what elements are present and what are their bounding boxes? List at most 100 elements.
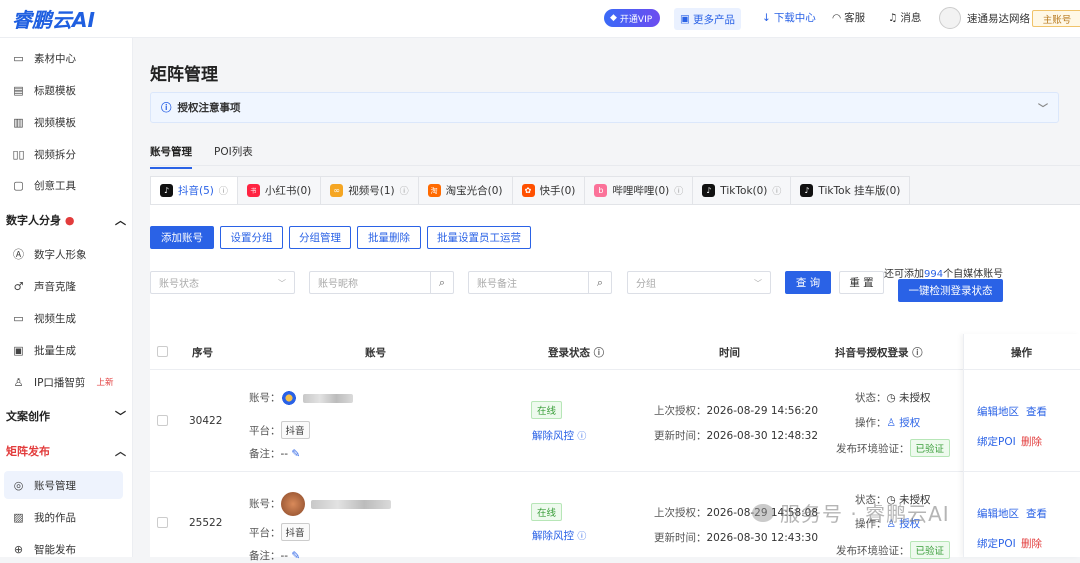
sidebar-item-video-split[interactable]: ▯▯ 视频拆分 <box>12 143 76 165</box>
sidebar-group-matrix[interactable]: 矩阵发布 ︿ <box>6 440 126 462</box>
sidebar: ▭ 素材中心 ▤ 标题模板 ▥ 视频模板 ▯▯ 视频拆分 ▢ 创意工具 数字人分身 ● ︿ … <box>0 38 133 557</box>
batch-staff-button[interactable]: 批量设置员工运营 <box>427 226 531 249</box>
sidebar-group-copywriting[interactable]: 文案创作 ﹀ <box>6 405 126 427</box>
status-placeholder: 账号状态 <box>159 279 199 290</box>
sidebar-item-label: IP口播智剪 <box>34 376 86 389</box>
online-badge: 在线 <box>531 401 563 419</box>
top-bar: 睿鹏云AI ◆ 开通VIP ▣ 更多产品 ↓ 下载中心 ◠ 客服 ♫ 消息 速通易达网络 … <box>0 0 1080 38</box>
sidebar-item-label: 声音克隆 <box>34 280 76 293</box>
notice-panel[interactable]: ⓘ 授权注意事项 ﹀ <box>150 92 1059 123</box>
sidebar-item-label: 素材中心 <box>34 52 76 65</box>
sidebar-item-ip-clip[interactable]: ♙ IP口播智剪 上新 <box>12 371 114 393</box>
person-icon: ♙ <box>13 375 24 389</box>
remark-input[interactable]: 账号备注 ⌕ <box>468 271 612 294</box>
tab-bilibili[interactable]: b 哔哩哔哩(0) ⓘ <box>584 176 694 204</box>
sidebar-item-material[interactable]: ▭ 素材中心 <box>12 47 76 69</box>
vip-label: 开通VIP <box>619 14 653 25</box>
platform-line: 平台： 抖音 <box>249 421 310 439</box>
new-tag: 上新 <box>96 378 114 388</box>
tab-tiktok[interactable]: ♪ TikTok(0) ⓘ <box>692 176 792 204</box>
notice-title: 授权注意事项 <box>177 102 241 114</box>
wechat-icon <box>752 503 774 522</box>
page-title: 矩阵管理 <box>150 65 218 85</box>
auth-status-line: 状态：◷ 未授权 <box>855 390 931 405</box>
reset-button[interactable]: 重 置 <box>839 271 884 294</box>
title-template-icon: ▤ <box>13 83 24 97</box>
tab-douyin[interactable]: ♪ 抖音(5) ⓘ <box>150 176 238 204</box>
authorize-link[interactable]: ♙ 授权 <box>887 417 921 429</box>
sidebar-item-voice-clone[interactable]: ♂ 声音克隆 <box>12 275 76 297</box>
chevron-down-icon: ﹀ <box>278 279 286 288</box>
chevron-down-icon: ﹀ <box>1038 104 1048 115</box>
status-select[interactable]: 账号状态 ﹀ <box>150 271 295 294</box>
chevron-up-icon: ︿ <box>115 445 126 458</box>
table-row: 30422 账号： 平台： 抖音 备注：-- ✎ 在线 解除风控 ⓘ 上次授权：2… <box>150 370 1080 472</box>
remark-placeholder: 账号备注 <box>477 279 517 290</box>
env-line: 发布环境验证： 已验证 <box>836 541 951 559</box>
sidebar-item-title-template[interactable]: ▤ 标题模板 <box>12 79 76 101</box>
sidebar-item-creative-tools[interactable]: ▢ 创意工具 <box>12 174 76 196</box>
download-center-link[interactable]: ↓ 下载中心 <box>762 10 816 25</box>
tab-label: 哔哩哔哩(0) <box>612 185 670 197</box>
set-group-button[interactable]: 设置分组 <box>220 226 283 249</box>
last-auth-label: 上次授权： <box>654 405 707 417</box>
update-label: 更新时间： <box>654 532 707 544</box>
search-icon[interactable]: ⌕ <box>588 272 611 293</box>
sidebar-item-my-works[interactable]: ▨ 我的作品 <box>12 506 76 528</box>
edit-icon[interactable]: ✎ <box>291 448 300 460</box>
sidebar-item-video-template[interactable]: ▥ 视频模板 <box>12 111 76 133</box>
org-avatar[interactable] <box>939 7 961 29</box>
header-login-label: 登录状态 <box>548 347 590 359</box>
release-risk-label: 解除风控 <box>532 530 574 542</box>
vip-button[interactable]: ◆ 开通VIP <box>604 9 660 27</box>
update-line: 更新时间：2026-08-30 12:48:32 <box>654 428 818 443</box>
app-logo[interactable]: 睿鹏云AI <box>12 4 95 33</box>
remark-value: -- <box>280 448 289 460</box>
download-label: 下载中心 <box>773 12 816 24</box>
query-button[interactable]: 查 询 <box>785 271 831 294</box>
headset-icon: ◠ <box>832 11 842 24</box>
row-checkbox[interactable] <box>157 517 168 528</box>
batch-delete-button[interactable]: 批量删除 <box>357 226 421 249</box>
row-seq: 30422 <box>189 415 223 427</box>
edit-icon[interactable]: ✎ <box>291 550 300 562</box>
sidebar-item-batch-gen[interactable]: ▣ 批量生成 <box>12 339 76 361</box>
service-link[interactable]: ◠ 客服 <box>832 10 865 25</box>
add-account-button[interactable]: 添加账号 <box>150 226 214 249</box>
ops-column-divider <box>963 334 1080 557</box>
tab-kuaishou[interactable]: ✿ 快手(0) <box>511 176 586 204</box>
platform-label: 平台： <box>249 425 281 437</box>
search-icon[interactable]: ⌕ <box>430 272 453 293</box>
help-icon: ⓘ <box>577 532 587 542</box>
sidebar-item-digital-avatar[interactable]: Ⓐ 数字人形象 <box>12 243 87 265</box>
account-label: 账号： <box>249 498 281 510</box>
sidebar-item-account-manage[interactable]: ◎ 账号管理 <box>12 474 76 496</box>
row-checkbox[interactable] <box>157 415 168 426</box>
release-risk-link[interactable]: 解除风控 ⓘ <box>532 528 586 543</box>
release-risk-link[interactable]: 解除风控 ⓘ <box>532 428 586 443</box>
group-select[interactable]: 分组 ﹀ <box>627 271 771 294</box>
nickname-input[interactable]: 账号昵称 ⌕ <box>309 271 454 294</box>
tab-label: 抖音(5) <box>178 185 214 197</box>
header-seq: 序号 <box>192 347 213 359</box>
verified-badge: 已验证 <box>909 541 951 559</box>
group-manage-button[interactable]: 分组管理 <box>289 226 351 249</box>
tab-xiaohongshu[interactable]: 书小红书(0) <box>236 176 322 204</box>
tab-tiktok-shop[interactable]: ♪ TikTok 挂车版(0) <box>790 176 911 204</box>
sidebar-group-digital-human[interactable]: 数字人分身 ● ︿ <box>6 209 126 231</box>
chevron-up-icon: ︿ <box>115 214 126 227</box>
tab-shipinhao[interactable]: ∞ 视频号(1) ⓘ <box>320 176 419 204</box>
group-label: 数字人分身 ● <box>6 212 74 228</box>
help-icon: ⓘ <box>593 347 605 359</box>
platform-tag: 抖音 <box>280 523 310 541</box>
messages-link[interactable]: ♫ 消息 <box>888 10 921 25</box>
tab-taobao[interactable]: 淘淘宝光合(0) <box>417 176 513 204</box>
account-line: 账号： <box>249 390 353 406</box>
header-login: 登录状态 ⓘ <box>548 345 604 360</box>
more-products-button[interactable]: ▣ 更多产品 <box>674 8 741 30</box>
select-all-checkbox[interactable] <box>157 346 168 357</box>
org-name[interactable]: 速通易达网络 <box>967 11 1030 26</box>
help-icon: ⓘ <box>674 187 684 197</box>
sidebar-item-video-gen[interactable]: ▭ 视频生成 <box>12 307 76 329</box>
detect-login-button[interactable]: 一键检测登录状态 <box>898 279 1003 302</box>
